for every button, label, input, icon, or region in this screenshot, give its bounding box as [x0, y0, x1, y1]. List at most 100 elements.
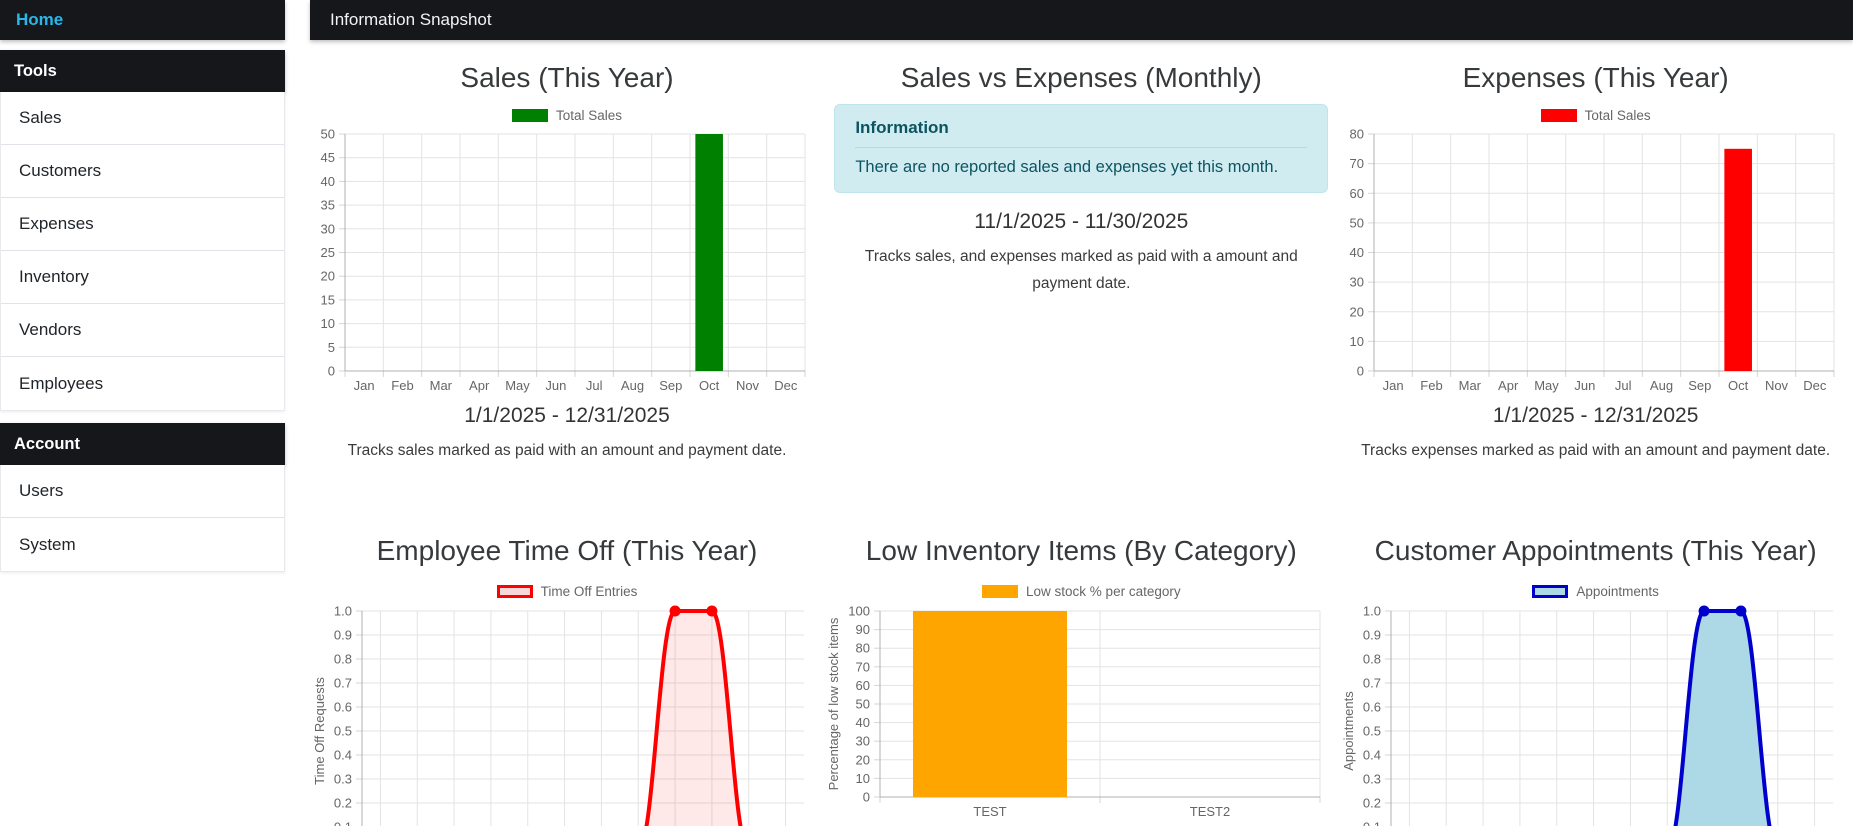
svg-text:0: 0 — [863, 790, 870, 805]
svg-text:60: 60 — [856, 678, 870, 693]
appointments-legend: Appointments — [1339, 582, 1853, 600]
svg-text:May: May — [505, 378, 530, 393]
svg-text:30: 30 — [321, 221, 335, 236]
sidebar-section-account: Account — [0, 423, 285, 465]
info-alert-heading: Information — [855, 118, 1307, 138]
svg-text:5: 5 — [328, 340, 335, 355]
sidebar-item-vendors[interactable]: Vendors — [1, 304, 284, 357]
appointments-chart-title: Customer Appointments (This Year) — [1339, 533, 1853, 569]
appointments-chart-canvas: 0.00.10.20.30.40.50.60.70.80.91.0JanFebM… — [1339, 603, 1853, 826]
home-navbar: Home — [0, 0, 285, 40]
svg-text:80: 80 — [1349, 127, 1363, 142]
svg-text:20: 20 — [856, 752, 870, 767]
sidebar-item-sales[interactable]: Sales — [1, 92, 284, 145]
low-inventory-legend: Low stock % per category — [824, 582, 1338, 600]
sales-chart-legend: Total Sales — [310, 106, 824, 124]
sidebar-item-inventory[interactable]: Inventory — [1, 251, 284, 304]
svg-text:30: 30 — [1349, 275, 1363, 290]
svg-text:Oct: Oct — [699, 378, 720, 393]
svg-text:Nov: Nov — [1765, 378, 1789, 393]
svg-text:15: 15 — [321, 292, 335, 307]
topbar: Information Snapshot — [310, 0, 1853, 40]
appointments-legend-label: Appointments — [1576, 584, 1659, 599]
main-content: Information Snapshot Sales (This Year) T… — [285, 0, 1853, 826]
svg-text:0.4: 0.4 — [1363, 748, 1381, 763]
dashboard-app: Home Tools Sales Customers Expenses Inve… — [0, 0, 1853, 826]
tools-menu: Sales Customers Expenses Inventory Vendo… — [0, 92, 285, 411]
info-alert-message: There are no reported sales and expenses… — [855, 158, 1307, 177]
svg-text:0.5: 0.5 — [1363, 724, 1381, 739]
svg-text:10: 10 — [321, 316, 335, 331]
total-sales-legend-swatch — [512, 109, 548, 122]
svg-text:30: 30 — [856, 734, 870, 749]
info-alert: Information There are no reported sales … — [834, 104, 1328, 193]
time-off-panel: Employee Time Off (This Year) Time Off E… — [310, 533, 824, 826]
sidebar: Home Tools Sales Customers Expenses Inve… — [0, 0, 285, 572]
sidebar-item-expenses[interactable]: Expenses — [1, 198, 284, 251]
svg-text:Mar: Mar — [1458, 378, 1481, 393]
svg-text:Jul: Jul — [1615, 378, 1632, 393]
sidebar-item-system[interactable]: System — [1, 518, 284, 571]
svg-text:Apr: Apr — [1498, 378, 1519, 393]
svg-text:0.3: 0.3 — [334, 772, 352, 787]
low-inventory-chart-canvas: 0102030405060708090100TESTTEST2Percentag… — [824, 603, 1338, 826]
svg-text:0.2: 0.2 — [1363, 796, 1381, 811]
expenses-chart-canvas: 01020304050607080JanFebMarAprMayJunJulAu… — [1339, 127, 1853, 399]
svg-text:25: 25 — [321, 245, 335, 260]
charts-column-1: Sales (This Year) Total Sales 0510152025… — [310, 60, 824, 826]
svg-text:Dec: Dec — [774, 378, 798, 393]
svg-text:1.0: 1.0 — [334, 604, 352, 619]
svg-text:60: 60 — [1349, 186, 1363, 201]
svg-text:Mar: Mar — [430, 378, 453, 393]
svg-text:TEST2: TEST2 — [1190, 804, 1230, 819]
svg-text:80: 80 — [856, 641, 870, 656]
low-inventory-chart-title: Low Inventory Items (By Category) — [824, 533, 1338, 569]
svg-text:Dec: Dec — [1803, 378, 1827, 393]
sidebar-item-users[interactable]: Users — [1, 465, 284, 518]
svg-text:1.0: 1.0 — [1363, 604, 1381, 619]
svg-text:Feb: Feb — [1420, 378, 1442, 393]
time-off-chart-title: Employee Time Off (This Year) — [310, 533, 824, 569]
svg-text:50: 50 — [1349, 215, 1363, 230]
svg-text:20: 20 — [321, 269, 335, 284]
svg-text:40: 40 — [321, 174, 335, 189]
svg-text:0.3: 0.3 — [1363, 772, 1381, 787]
svg-text:0.1: 0.1 — [334, 820, 352, 826]
svg-text:10: 10 — [1349, 334, 1363, 349]
svg-text:Jan: Jan — [1382, 378, 1403, 393]
svg-text:70: 70 — [856, 659, 870, 674]
svg-text:0.6: 0.6 — [1363, 700, 1381, 715]
svg-text:0.2: 0.2 — [334, 796, 352, 811]
sales-vs-expenses-title: Sales vs Expenses (Monthly) — [824, 60, 1338, 96]
svg-text:May: May — [1534, 378, 1559, 393]
sidebar-item-customers[interactable]: Customers — [1, 145, 284, 198]
svg-text:70: 70 — [1349, 156, 1363, 171]
appointments-panel: Customer Appointments (This Year) Appoin… — [1339, 533, 1853, 826]
sidebar-item-employees[interactable]: Employees — [1, 357, 284, 410]
expenses-chart-legend: Total Sales — [1339, 106, 1853, 124]
svg-text:35: 35 — [321, 198, 335, 213]
charts-grid: Sales (This Year) Total Sales 0510152025… — [310, 60, 1853, 826]
info-alert-divider — [855, 147, 1307, 148]
time-off-legend-swatch — [497, 585, 533, 598]
sales-year-panel: Sales (This Year) Total Sales 0510152025… — [310, 60, 824, 515]
svg-text:40: 40 — [1349, 245, 1363, 260]
svg-text:Aug: Aug — [1650, 378, 1673, 393]
sidebar-item-home[interactable]: Home — [16, 10, 63, 30]
svg-text:20: 20 — [1349, 304, 1363, 319]
low-inventory-legend-swatch — [982, 585, 1018, 598]
expenses-year-panel: Expenses (This Year) Total Sales 0102030… — [1339, 60, 1853, 515]
svg-text:0.8: 0.8 — [1363, 652, 1381, 667]
svg-text:50: 50 — [321, 127, 335, 142]
svg-text:90: 90 — [856, 622, 870, 637]
svg-text:45: 45 — [321, 150, 335, 165]
svg-text:0.8: 0.8 — [334, 652, 352, 667]
sidebar-tools-panel: Tools Sales Customers Expenses Inventory… — [0, 50, 285, 572]
sales-vs-expenses-panel: Sales vs Expenses (Monthly) Information … — [824, 60, 1338, 515]
svg-text:Time Off Requests: Time Off Requests — [312, 677, 327, 785]
svg-text:40: 40 — [856, 715, 870, 730]
sidebar-section-tools: Tools — [0, 50, 285, 92]
time-off-legend: Time Off Entries — [310, 582, 824, 600]
expenses-chart-title: Expenses (This Year) — [1339, 60, 1853, 96]
expenses-chart-description: Tracks expenses marked as paid with an a… — [1356, 437, 1836, 464]
